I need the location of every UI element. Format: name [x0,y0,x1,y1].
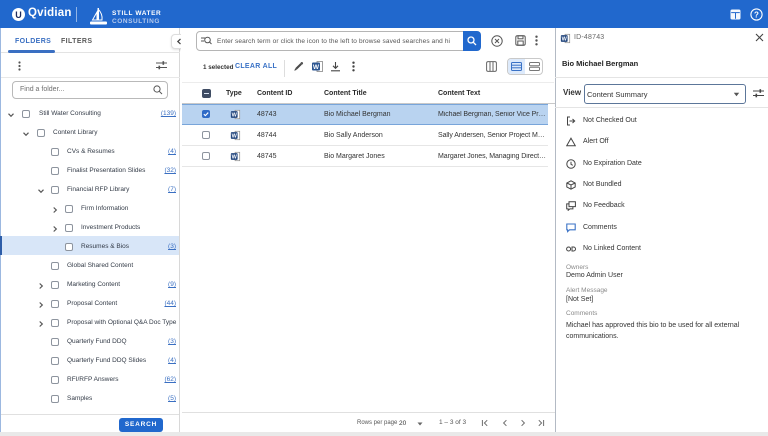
svg-text:W: W [313,64,320,71]
svg-text:W: W [232,155,238,161]
svg-text:?: ? [754,10,759,19]
svg-text:W: W [232,134,238,140]
svg-text:W: W [232,113,238,119]
svg-text:W: W [562,37,568,43]
